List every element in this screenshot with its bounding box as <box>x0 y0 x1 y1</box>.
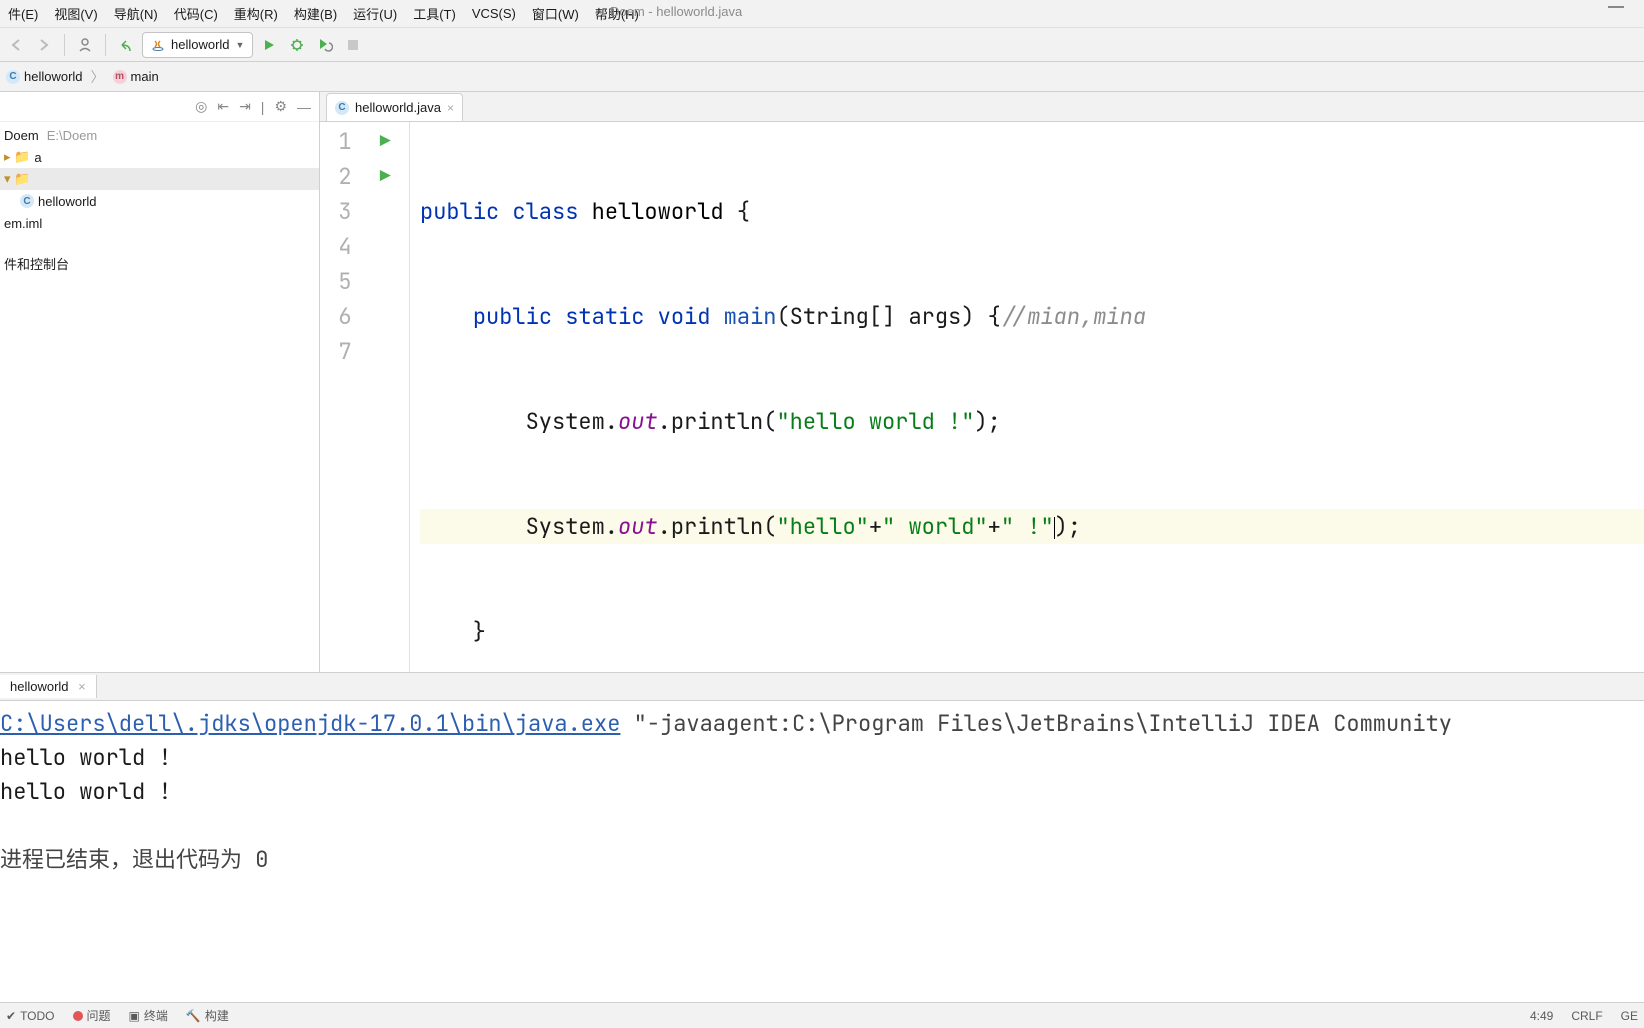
todo-label: TODO <box>20 1009 54 1023</box>
stop-button[interactable] <box>341 33 365 57</box>
line-ending[interactable]: CRLF <box>1571 1009 1602 1023</box>
tree-node-label: a <box>34 150 41 165</box>
run-console-panel: helloworld × C:\Users\dell\.jdks\openjdk… <box>0 672 1644 1002</box>
project-tree[interactable]: Doem E:\Doem ▸ 📁 a ▾ 📁 C helloworld em.i… <box>0 122 319 276</box>
tree-node[interactable]: 件和控制台 <box>0 252 319 274</box>
console-args: "-javaagent:C:\Program Files\JetBrains\I… <box>620 709 1452 738</box>
menu-build[interactable]: 构建(B) <box>286 0 345 27</box>
debug-button[interactable] <box>285 33 309 57</box>
folder-icon: ▾ 📁 <box>4 171 30 187</box>
console-tab-label: helloworld <box>10 679 69 694</box>
menu-view[interactable]: 视图(V) <box>46 0 105 27</box>
method-icon: m <box>113 70 127 84</box>
minimize-icon[interactable] <box>1608 6 1624 8</box>
sidebar-toolbar: ◎ ⇤ ⇥ | ⚙ — <box>0 92 319 122</box>
close-console-tab-icon[interactable]: × <box>78 679 86 694</box>
cursor-position: 4:49 <box>1530 1009 1553 1023</box>
bottom-tool-bar: ✔TODO 问题 ▣终端 🔨 构建 4:49 CRLF GE <box>0 1002 1644 1028</box>
console-line: hello world ! <box>0 777 172 806</box>
class-icon: C <box>335 101 349 115</box>
terminal-label: 终端 <box>144 1007 168 1024</box>
minimize-panel-icon[interactable]: — <box>297 99 311 115</box>
run-with-coverage-button[interactable] <box>313 33 337 57</box>
tree-root[interactable]: Doem E:\Doem <box>0 124 319 146</box>
undo-icon[interactable] <box>114 33 138 57</box>
problems-tool-button[interactable]: 问题 <box>73 1007 111 1024</box>
menu-window[interactable]: 窗口(W) <box>524 0 587 27</box>
encoding[interactable]: GE <box>1621 1009 1638 1023</box>
tree-node[interactable]: C helloworld <box>0 190 319 212</box>
tree-node-label: 件和控制台 <box>4 254 69 273</box>
menu-vcs[interactable]: VCS(S) <box>464 2 524 25</box>
line-numbers: 1234567 <box>320 122 362 672</box>
class-icon: C <box>20 194 34 208</box>
problems-label: 问题 <box>87 1007 111 1024</box>
tree-node[interactable]: em.iml <box>0 212 319 234</box>
user-icon[interactable] <box>73 33 97 57</box>
editor-pane: C helloworld.java × 1234567 ▶ ▶ public c… <box>320 92 1644 672</box>
menu-code[interactable]: 代码(C) <box>166 0 226 27</box>
tree-node-label: em.iml <box>4 216 42 231</box>
tree-root-label: Doem <box>4 128 39 143</box>
terminal-tool-button[interactable]: ▣终端 <box>129 1007 168 1024</box>
tree-node-selected[interactable]: ▾ 📁 <box>0 168 319 190</box>
editor-gutter: 1234567 ▶ ▶ <box>320 122 410 672</box>
console-tab[interactable]: helloworld × <box>0 675 97 698</box>
editor-tab-label: helloworld.java <box>355 100 441 115</box>
menu-bar: 件(E) 视图(V) 导航(N) 代码(C) 重构(R) 构建(B) 运行(U)… <box>0 0 1644 28</box>
error-icon <box>73 1011 83 1021</box>
console-exe-path[interactable]: C:\Users\dell\.jdks\openjdk-17.0.1\bin\j… <box>0 709 620 738</box>
window-title: Doem - helloworld.java <box>610 4 742 19</box>
run-button[interactable] <box>257 33 281 57</box>
run-gutter-icon[interactable]: ▶ <box>380 159 391 194</box>
back-button[interactable] <box>4 33 28 57</box>
main-area: ◎ ⇤ ⇥ | ⚙ — Doem E:\Doem ▸ 📁 a ▾ 📁 C hel… <box>0 92 1644 672</box>
todo-tool-button[interactable]: ✔TODO <box>6 1009 55 1023</box>
tree-node-label: helloworld <box>38 194 97 209</box>
expand-icon[interactable]: ⇥ <box>239 98 251 115</box>
code-editor[interactable]: 1234567 ▶ ▶ public class helloworld { pu… <box>320 122 1644 672</box>
menu-run[interactable]: 运行(U) <box>345 0 405 27</box>
toolbar: helloworld ▼ <box>0 28 1644 62</box>
hammer-icon: 🔨 <box>186 1009 201 1023</box>
folder-icon: ▸ 📁 <box>4 149 30 165</box>
java-icon <box>151 38 165 52</box>
collapse-icon[interactable]: ⇤ <box>217 98 229 115</box>
console-exit-message: 进程已结束，退出代码为 0 <box>0 845 268 874</box>
class-icon: C <box>6 70 20 84</box>
settings-icon[interactable]: ⚙ <box>274 98 287 115</box>
divider-icon: | <box>261 99 265 115</box>
gutter-icons: ▶ ▶ <box>362 122 409 672</box>
editor-tab[interactable]: C helloworld.java × <box>326 93 463 121</box>
console-line: hello world ! <box>0 743 172 772</box>
console-tabs: helloworld × <box>0 673 1644 701</box>
run-config-selector[interactable]: helloworld ▼ <box>142 32 253 58</box>
breadcrumb-class[interactable]: C helloworld <box>0 67 89 86</box>
tree-node[interactable]: ▸ 📁 a <box>0 146 319 168</box>
breadcrumb-method-label: main <box>131 69 159 84</box>
build-label: 构建 <box>205 1007 229 1024</box>
run-config-label: helloworld <box>171 37 230 52</box>
target-icon[interactable]: ◎ <box>195 98 207 115</box>
run-gutter-icon[interactable]: ▶ <box>380 124 391 159</box>
menu-refactor[interactable]: 重构(R) <box>226 0 286 27</box>
menu-file[interactable]: 件(E) <box>0 0 46 27</box>
breadcrumb: C helloworld 〉 m main <box>0 62 1644 92</box>
dropdown-icon: ▼ <box>236 40 245 50</box>
chevron-right-icon: 〉 <box>91 67 105 87</box>
tree-root-path: E:\Doem <box>47 128 98 143</box>
editor-tabs: C helloworld.java × <box>320 92 1644 122</box>
build-tool-button[interactable]: 🔨 构建 <box>186 1007 229 1024</box>
code-area[interactable]: public class helloworld { public static … <box>410 122 1644 672</box>
console-output[interactable]: C:\Users\dell\.jdks\openjdk-17.0.1\bin\j… <box>0 701 1644 1002</box>
forward-button[interactable] <box>32 33 56 57</box>
menu-navigate[interactable]: 导航(N) <box>106 0 166 27</box>
menu-tools[interactable]: 工具(T) <box>405 0 464 27</box>
breadcrumb-class-label: helloworld <box>24 69 83 84</box>
project-sidebar: ◎ ⇤ ⇥ | ⚙ — Doem E:\Doem ▸ 📁 a ▾ 📁 C hel… <box>0 92 320 672</box>
breadcrumb-method[interactable]: m main <box>107 67 165 86</box>
close-tab-icon[interactable]: × <box>447 101 454 115</box>
